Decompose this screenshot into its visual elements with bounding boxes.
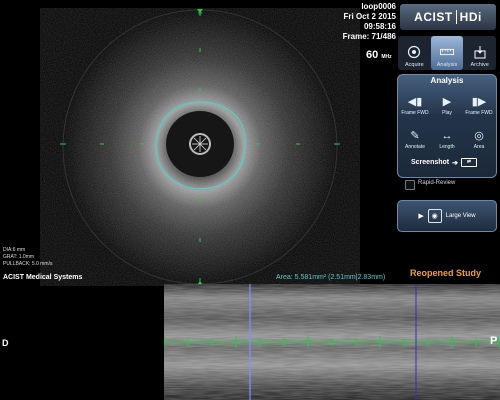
study-info: loop0006 Fri Oct 2 2015 09:58:16 Frame: … bbox=[343, 2, 396, 42]
time-label: 09:58:16 bbox=[363, 22, 396, 31]
annotate-button[interactable]: ✎ Annotate bbox=[400, 122, 430, 150]
analysis-panel: Analysis ◀▮ Frame FWD ▶ Play ▮▶ Frame FW… bbox=[397, 74, 497, 178]
tab-acquire[interactable]: Acquire bbox=[398, 36, 431, 70]
ruler-icon bbox=[440, 45, 454, 59]
area-icon: ◎ bbox=[474, 130, 484, 142]
company-name: ACIST Medical Systems bbox=[3, 274, 83, 281]
logo-divider bbox=[455, 10, 457, 24]
frame-forward-label: Frame FWD bbox=[465, 110, 493, 116]
play-icon: ▶ bbox=[442, 96, 452, 108]
frequency-value: 60 bbox=[366, 49, 379, 61]
length-icon: ↔ bbox=[441, 130, 453, 142]
acist-hdi-logo: ACIST HDi bbox=[400, 4, 496, 30]
tab-archive-label: Archive bbox=[470, 62, 489, 68]
mode-tabs: Acquire Analysis Archive bbox=[398, 36, 496, 70]
length-button[interactable]: ↔ Length bbox=[432, 122, 462, 150]
frequency-unit: MHz bbox=[381, 54, 392, 60]
acquisition-params: DIA:6 mm GRAT: 1.0mm PULLBACK: 5.0 mm/s bbox=[3, 247, 52, 268]
large-view-icon: ◉ bbox=[427, 209, 442, 223]
frame-counter: Frame: 71/486 bbox=[342, 32, 396, 41]
tab-archive[interactable]: Archive bbox=[463, 36, 496, 70]
arrow-right-icon: ➔ bbox=[452, 159, 458, 167]
frame-forward-icon: ▮▶ bbox=[471, 96, 487, 108]
date-label: Fri Oct 2 2015 bbox=[343, 12, 396, 21]
play-button[interactable]: ▶ Play bbox=[432, 88, 462, 116]
pullback-label: PULLBACK: 5.0 mm/s bbox=[3, 261, 53, 267]
area-label: Area bbox=[473, 144, 485, 150]
length-label: Length bbox=[439, 144, 455, 150]
distal-label: D bbox=[2, 338, 9, 348]
logo-product: HDi bbox=[459, 10, 482, 24]
analysis-panel-title: Analysis bbox=[430, 76, 464, 85]
tab-acquire-label: Acquire bbox=[405, 62, 424, 68]
tab-analysis[interactable]: Analysis bbox=[430, 36, 464, 70]
usb-icon: ⇌ bbox=[461, 158, 477, 167]
play-label: Play bbox=[442, 110, 452, 116]
frequency-readout: 60 MHz bbox=[366, 49, 392, 61]
acquire-icon bbox=[407, 45, 421, 59]
filename-label: loop0006 bbox=[361, 2, 396, 11]
screenshot-button[interactable]: Screenshot ➔ ⇌ bbox=[411, 158, 477, 167]
large-view-label: Large View bbox=[445, 213, 476, 219]
study-status: Reopened Study bbox=[410, 268, 482, 278]
play-arrow-icon: ▶ bbox=[418, 213, 424, 220]
area-button[interactable]: ◎ Area bbox=[464, 122, 494, 150]
screenshot-label: Screenshot bbox=[411, 159, 450, 166]
area-measurement: Area: 5.581mm² (2.51mm|2.83mm) bbox=[276, 274, 386, 281]
tab-analysis-label: Analysis bbox=[436, 62, 458, 68]
large-view-button[interactable]: ▶ ◉ Large View bbox=[397, 200, 497, 232]
proximal-label: P bbox=[490, 335, 498, 347]
frame-forward-button[interactable]: ▮▶ Frame FWD bbox=[464, 88, 494, 116]
annotate-icon: ✎ bbox=[410, 130, 420, 142]
ivus-cross-section-image[interactable] bbox=[40, 8, 360, 286]
frame-back-label: Frame FWD bbox=[401, 110, 429, 116]
rapid-review-checkbox[interactable] bbox=[405, 180, 415, 190]
dia-label: DIA:6 mm bbox=[3, 247, 26, 253]
grat-label: GRAT: 1.0mm bbox=[3, 254, 35, 260]
archive-icon bbox=[473, 45, 487, 59]
longitudinal-view[interactable] bbox=[164, 284, 500, 400]
frame-back-button[interactable]: ◀▮ Frame FWD bbox=[400, 88, 430, 116]
logo-brand: ACIST bbox=[414, 10, 453, 24]
frame-back-icon: ◀▮ bbox=[407, 96, 423, 108]
rapid-review-label: Rapid-Review bbox=[418, 180, 456, 186]
annotate-label: Annotate bbox=[404, 144, 426, 150]
